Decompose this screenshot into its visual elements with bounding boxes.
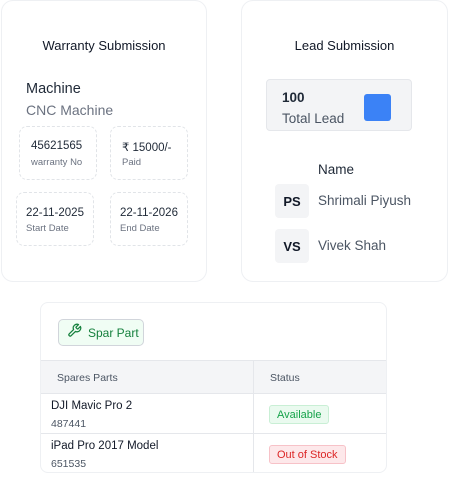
warranty-submission-card: Warranty Submission Machine CNC Machine …	[1, 0, 207, 282]
spare-parts-column-header: Spares Parts	[57, 372, 118, 384]
lead-person-row[interactable]: PS Shrimali Piyush	[275, 184, 435, 218]
part-id: 651535	[51, 458, 87, 470]
paid-value: ₹ 15000/-	[122, 142, 172, 154]
status-column-header: Status	[270, 372, 300, 384]
warranty-number-box: 45621565 warranty No	[19, 126, 97, 180]
lead-submission-card: Lead Submission 100 Total Lead Name PS S…	[241, 0, 448, 282]
paid-box: ₹ 15000/- Paid	[110, 126, 188, 180]
person-name: Vivek Shah	[318, 238, 387, 253]
end-date-box: 22-11-2026 End Date	[110, 192, 188, 246]
person-name: Shrimali Piyush	[318, 193, 412, 208]
status-badge: Available	[269, 405, 330, 424]
machine-label: Machine	[26, 81, 81, 97]
table-row[interactable]: iPad Pro 2017 Model 651535 Out of Stock	[41, 434, 386, 472]
spar-part-label: Spar Part	[88, 325, 139, 340]
end-date-value: 22-11-2026	[120, 207, 178, 219]
start-date-box: 22-11-2025 Start Date	[16, 192, 94, 246]
status-badge: Out of Stock	[269, 445, 346, 464]
lead-title: Lead Submission	[294, 38, 395, 53]
name-column-header: Name	[318, 162, 355, 177]
part-id: 487441	[51, 418, 87, 430]
total-lead-label: Total Lead	[282, 111, 345, 126]
column-divider	[253, 360, 254, 472]
warranty-number-value: 45621565	[31, 140, 83, 152]
start-date-label: Start Date	[26, 223, 69, 234]
avatar: VS	[275, 229, 309, 263]
spar-part-button[interactable]: Spar Part	[58, 319, 144, 346]
paid-label: Paid	[122, 157, 142, 168]
machine-value: CNC Machine	[26, 102, 114, 118]
spare-part-card: Spar Part Spares Parts Status DJI Mavic …	[40, 302, 387, 473]
total-lead-count: 100	[282, 90, 305, 105]
warranty-number-label: warranty No	[31, 157, 83, 168]
lead-person-row[interactable]: VS Vivek Shah	[275, 229, 435, 263]
lead-color-swatch	[364, 94, 391, 121]
avatar: PS	[275, 184, 309, 218]
part-name: DJI Mavic Pro 2	[51, 400, 133, 412]
part-name: iPad Pro 2017 Model	[51, 440, 159, 452]
total-lead-stat: 100 Total Lead	[266, 79, 412, 131]
end-date-label: End Date	[120, 223, 160, 234]
wrench-icon	[67, 323, 82, 343]
warranty-title: Warranty Submission	[42, 38, 166, 53]
table-header: Spares Parts Status	[41, 360, 386, 394]
start-date-value: 22-11-2025	[26, 207, 84, 219]
table-row[interactable]: DJI Mavic Pro 2 487441 Available	[41, 394, 386, 434]
